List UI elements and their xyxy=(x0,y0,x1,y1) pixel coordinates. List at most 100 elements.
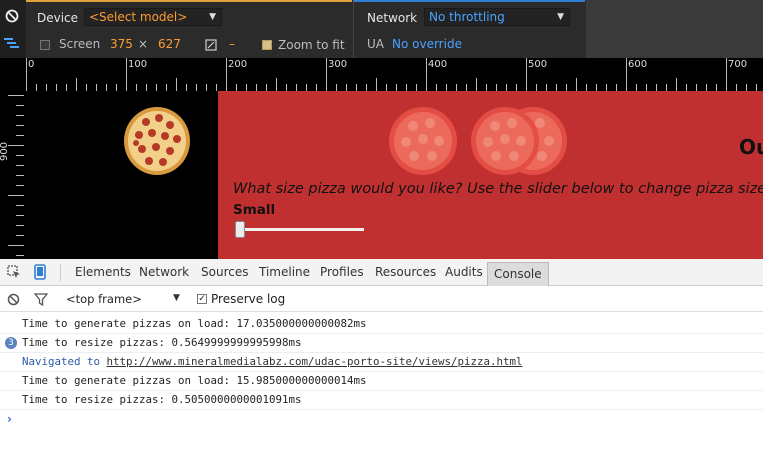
ruler-tick xyxy=(466,84,467,91)
ruler-tick xyxy=(746,84,747,91)
ruler-tick xyxy=(8,95,24,96)
ruler-tick xyxy=(756,84,757,91)
ruler-tick xyxy=(16,235,24,236)
device-mode-icon[interactable] xyxy=(34,264,46,280)
ruler-tick xyxy=(486,84,487,91)
swap-dimensions-icon[interactable] xyxy=(205,39,217,51)
ruler-tick xyxy=(106,84,107,91)
ruler-tick xyxy=(16,205,24,206)
ruler-tick xyxy=(526,58,527,91)
tab-console[interactable]: Console xyxy=(487,262,549,286)
ruler-tick xyxy=(296,84,297,91)
ruler-tick xyxy=(686,84,687,91)
console-navigation-message: Navigated to http://www.mineralmedialabz… xyxy=(0,353,763,372)
chevron-down-icon[interactable]: ▼ xyxy=(173,293,180,303)
preserve-log-label: Preserve log xyxy=(211,292,286,306)
navigated-to-text: Navigated to xyxy=(22,355,107,368)
ruler-tick xyxy=(176,78,177,91)
console-message: Time to generate pizzas on load: 17.0350… xyxy=(0,315,763,334)
ruler-tick xyxy=(436,84,437,91)
drawer-toggle-icon[interactable] xyxy=(4,37,20,49)
ruler-tick xyxy=(506,84,507,91)
ruler-number: 700 xyxy=(728,59,748,70)
ruler-tick xyxy=(206,84,207,91)
console-prompt-icon[interactable]: › xyxy=(7,412,12,426)
console-message-text: Time to resize pizzas: 0.505000000000109… xyxy=(22,393,302,406)
ruler-number: 400 xyxy=(428,59,448,70)
ruler-tick xyxy=(66,84,67,91)
emulation-empty-area xyxy=(586,0,763,58)
emulation-toolbar: Device <Select model> ▼ Screen 375 × 627… xyxy=(0,0,763,58)
tab-audits[interactable]: Audits xyxy=(445,265,483,279)
tab-profiles[interactable]: Profiles xyxy=(320,265,364,279)
ruler-tick xyxy=(196,84,197,91)
ruler-tick xyxy=(16,185,24,186)
ruler-tick xyxy=(656,84,657,91)
ruler-tick xyxy=(706,84,707,91)
filter-icon[interactable] xyxy=(34,293,48,306)
network-section: Network No throttling ▼ UA No override xyxy=(353,0,585,58)
pizza-size-slider-thumb[interactable] xyxy=(235,221,245,238)
ruler-tick xyxy=(246,84,247,91)
ruler-tick xyxy=(76,78,77,91)
tab-resources[interactable]: Resources xyxy=(375,265,436,279)
ruler-tick xyxy=(256,84,257,91)
device-model-select[interactable]: <Select model> ▼ xyxy=(84,8,222,26)
ruler-tick xyxy=(646,84,647,91)
ruler-tick xyxy=(676,78,677,91)
ruler-tick xyxy=(16,105,24,106)
ruler-tick xyxy=(316,84,317,91)
tab-elements[interactable]: Elements xyxy=(75,265,131,279)
ruler-tick xyxy=(266,84,267,91)
clear-console-icon[interactable] xyxy=(7,293,20,306)
ruler-number: 200 xyxy=(228,59,248,70)
ruler-number: 0 xyxy=(28,59,35,70)
ruler-tick xyxy=(166,84,167,91)
zoom-to-fit-checkbox[interactable] xyxy=(262,40,272,50)
pizza-size-question: What size pizza would you like? Use the … xyxy=(233,181,763,197)
horizontal-ruler: 0 100 200 300 400 500 600 700 xyxy=(0,58,763,91)
ruler-tick xyxy=(156,84,157,91)
tab-timeline[interactable]: Timeline xyxy=(259,265,310,279)
device-pixel-ratio-input[interactable]: – xyxy=(229,37,235,51)
repeat-count-badge: 3 xyxy=(5,337,17,349)
ua-override-input[interactable]: No override xyxy=(392,37,462,51)
ruler-tick xyxy=(276,78,277,91)
tab-network[interactable]: Network xyxy=(139,265,189,279)
network-throttle-select[interactable]: No throttling ▼ xyxy=(424,8,570,26)
ruler-tick xyxy=(556,84,557,91)
ruler-tick xyxy=(16,135,24,136)
device-section: Device <Select model> ▼ Screen 375 × 627… xyxy=(26,0,352,58)
screen-checkbox[interactable] xyxy=(40,40,50,50)
console-output: Time to generate pizzas on load: 17.0350… xyxy=(0,312,763,463)
page-heading: Ou xyxy=(739,135,763,159)
ruler-tick xyxy=(8,195,24,196)
ruler-tick xyxy=(16,115,24,116)
frame-select-value[interactable]: <top frame> xyxy=(66,292,142,306)
console-message: Time to resize pizzas: 0.505000000000109… xyxy=(0,391,763,410)
emulation-side-panel xyxy=(0,0,26,58)
screen-width-input[interactable]: 375 xyxy=(110,37,133,51)
pizza-page-viewport: Ou What size pizza would you like? Use t… xyxy=(218,91,763,259)
ruler-tick xyxy=(406,84,407,91)
inspect-element-icon[interactable] xyxy=(7,265,21,279)
ruler-tick xyxy=(16,215,24,216)
navigated-url-link[interactable]: http://www.mineralmedialabz.com/udac-por… xyxy=(107,355,523,368)
ruler-tick xyxy=(56,84,57,91)
ruler-tick xyxy=(36,84,37,91)
ruler-tick xyxy=(386,84,387,91)
tab-sources[interactable]: Sources xyxy=(201,265,248,279)
ruler-tick xyxy=(376,78,377,91)
ruler-tick xyxy=(546,84,547,91)
pizza-size-slider-track[interactable] xyxy=(242,228,364,231)
network-label: Network xyxy=(367,11,418,25)
ruler-tick xyxy=(416,84,417,91)
ruler-tick xyxy=(16,165,24,166)
no-entry-icon[interactable] xyxy=(5,9,19,23)
preserve-log-checkbox[interactable]: ✓ xyxy=(197,294,207,304)
screen-height-input[interactable]: 627 xyxy=(158,37,181,51)
ruler-tick xyxy=(666,84,667,91)
ruler-tick xyxy=(136,84,137,91)
ruler-tick xyxy=(356,84,357,91)
ruler-tick xyxy=(446,84,447,91)
